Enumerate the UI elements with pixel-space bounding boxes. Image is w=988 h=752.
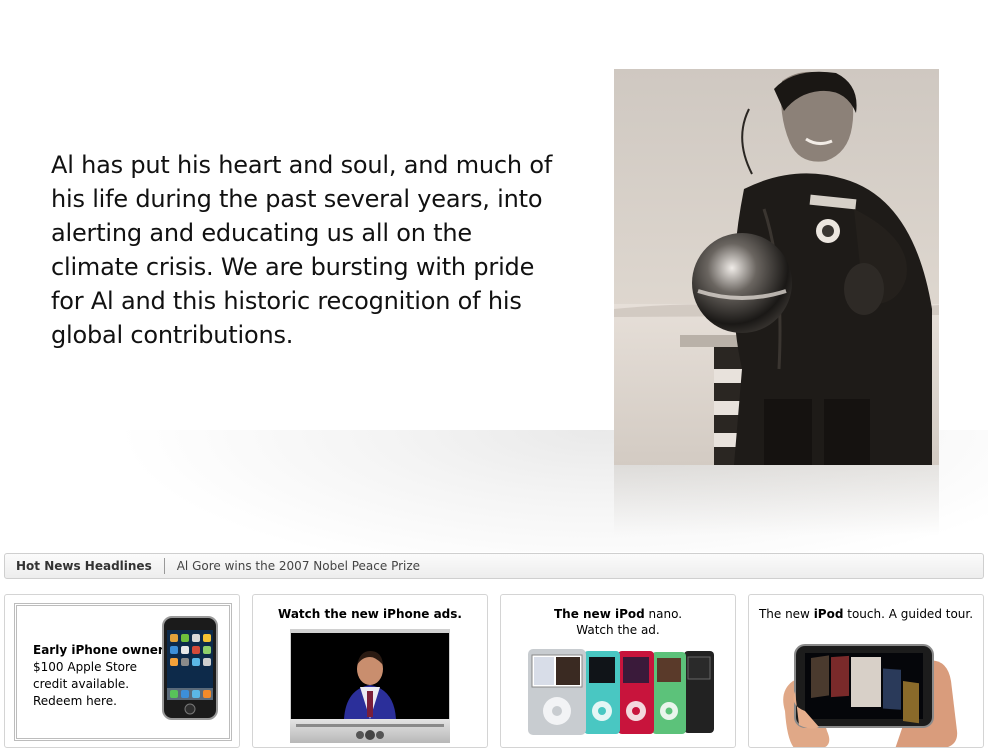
promo-ipod-nano[interactable]: The new iPod nano. Watch the ad.: [500, 594, 736, 748]
al-gore-photo: [614, 69, 939, 465]
promo-iphone-line-1: Early iPhone owners:: [33, 643, 176, 657]
promo-iphone-ads-title-text: Watch the new iPhone ads.: [278, 607, 462, 621]
promo-iphone-ads[interactable]: Watch the new iPhone ads.: [252, 594, 488, 748]
promo-touch-title-bold: iPod: [813, 607, 844, 621]
promo-touch-title-pre: The new: [758, 607, 814, 621]
promo-iphone-line-4: Redeem here.: [33, 694, 117, 708]
promo-ipod-touch[interactable]: The new iPod touch. A guided tour.: [748, 594, 984, 748]
ipod-touch-in-hand-image: [783, 644, 958, 747]
promo-iphone-line-3: credit available.: [33, 677, 130, 691]
ipod-nano-lineup-image: [528, 649, 714, 735]
promo-nano-title-bold: The new iPod: [553, 607, 645, 621]
promo-iphone-line-2: $100 Apple Store: [33, 660, 138, 674]
news-headline-link[interactable]: Al Gore wins the 2007 Nobel Peace Prize: [165, 559, 420, 573]
photo-reflection: [614, 465, 939, 535]
hot-news-label: Hot News Headlines: [16, 559, 152, 573]
promo-nano-title: The new iPod nano.: [501, 606, 735, 622]
promo-iphone-card-frame: Early iPhone owners: $100 Apple Store cr…: [14, 603, 232, 741]
video-player-thumbnail: [290, 629, 450, 743]
promo-iphone-credit[interactable]: Early iPhone owners: $100 Apple Store cr…: [4, 594, 240, 748]
promo-iphone-credit-text: Early iPhone owners: $100 Apple Store cr…: [33, 642, 176, 710]
hero-quote: Al has put his heart and soul, and much …: [51, 151, 553, 349]
promo-touch-title-rest: touch. A guided tour.: [843, 607, 974, 621]
promo-touch-title: The new iPod touch. A guided tour.: [749, 606, 983, 622]
hero-section: Al has put his heart and soul, and much …: [0, 0, 988, 552]
hot-news-bar: Hot News Headlines Al Gore wins the 2007…: [4, 553, 984, 579]
promo-nano-subtitle: Watch the ad.: [576, 623, 660, 637]
iphone-image: [162, 616, 218, 720]
promo-iphone-ads-title: Watch the new iPhone ads.: [253, 606, 487, 622]
promo-nano-title-rest: nano.: [644, 607, 683, 621]
